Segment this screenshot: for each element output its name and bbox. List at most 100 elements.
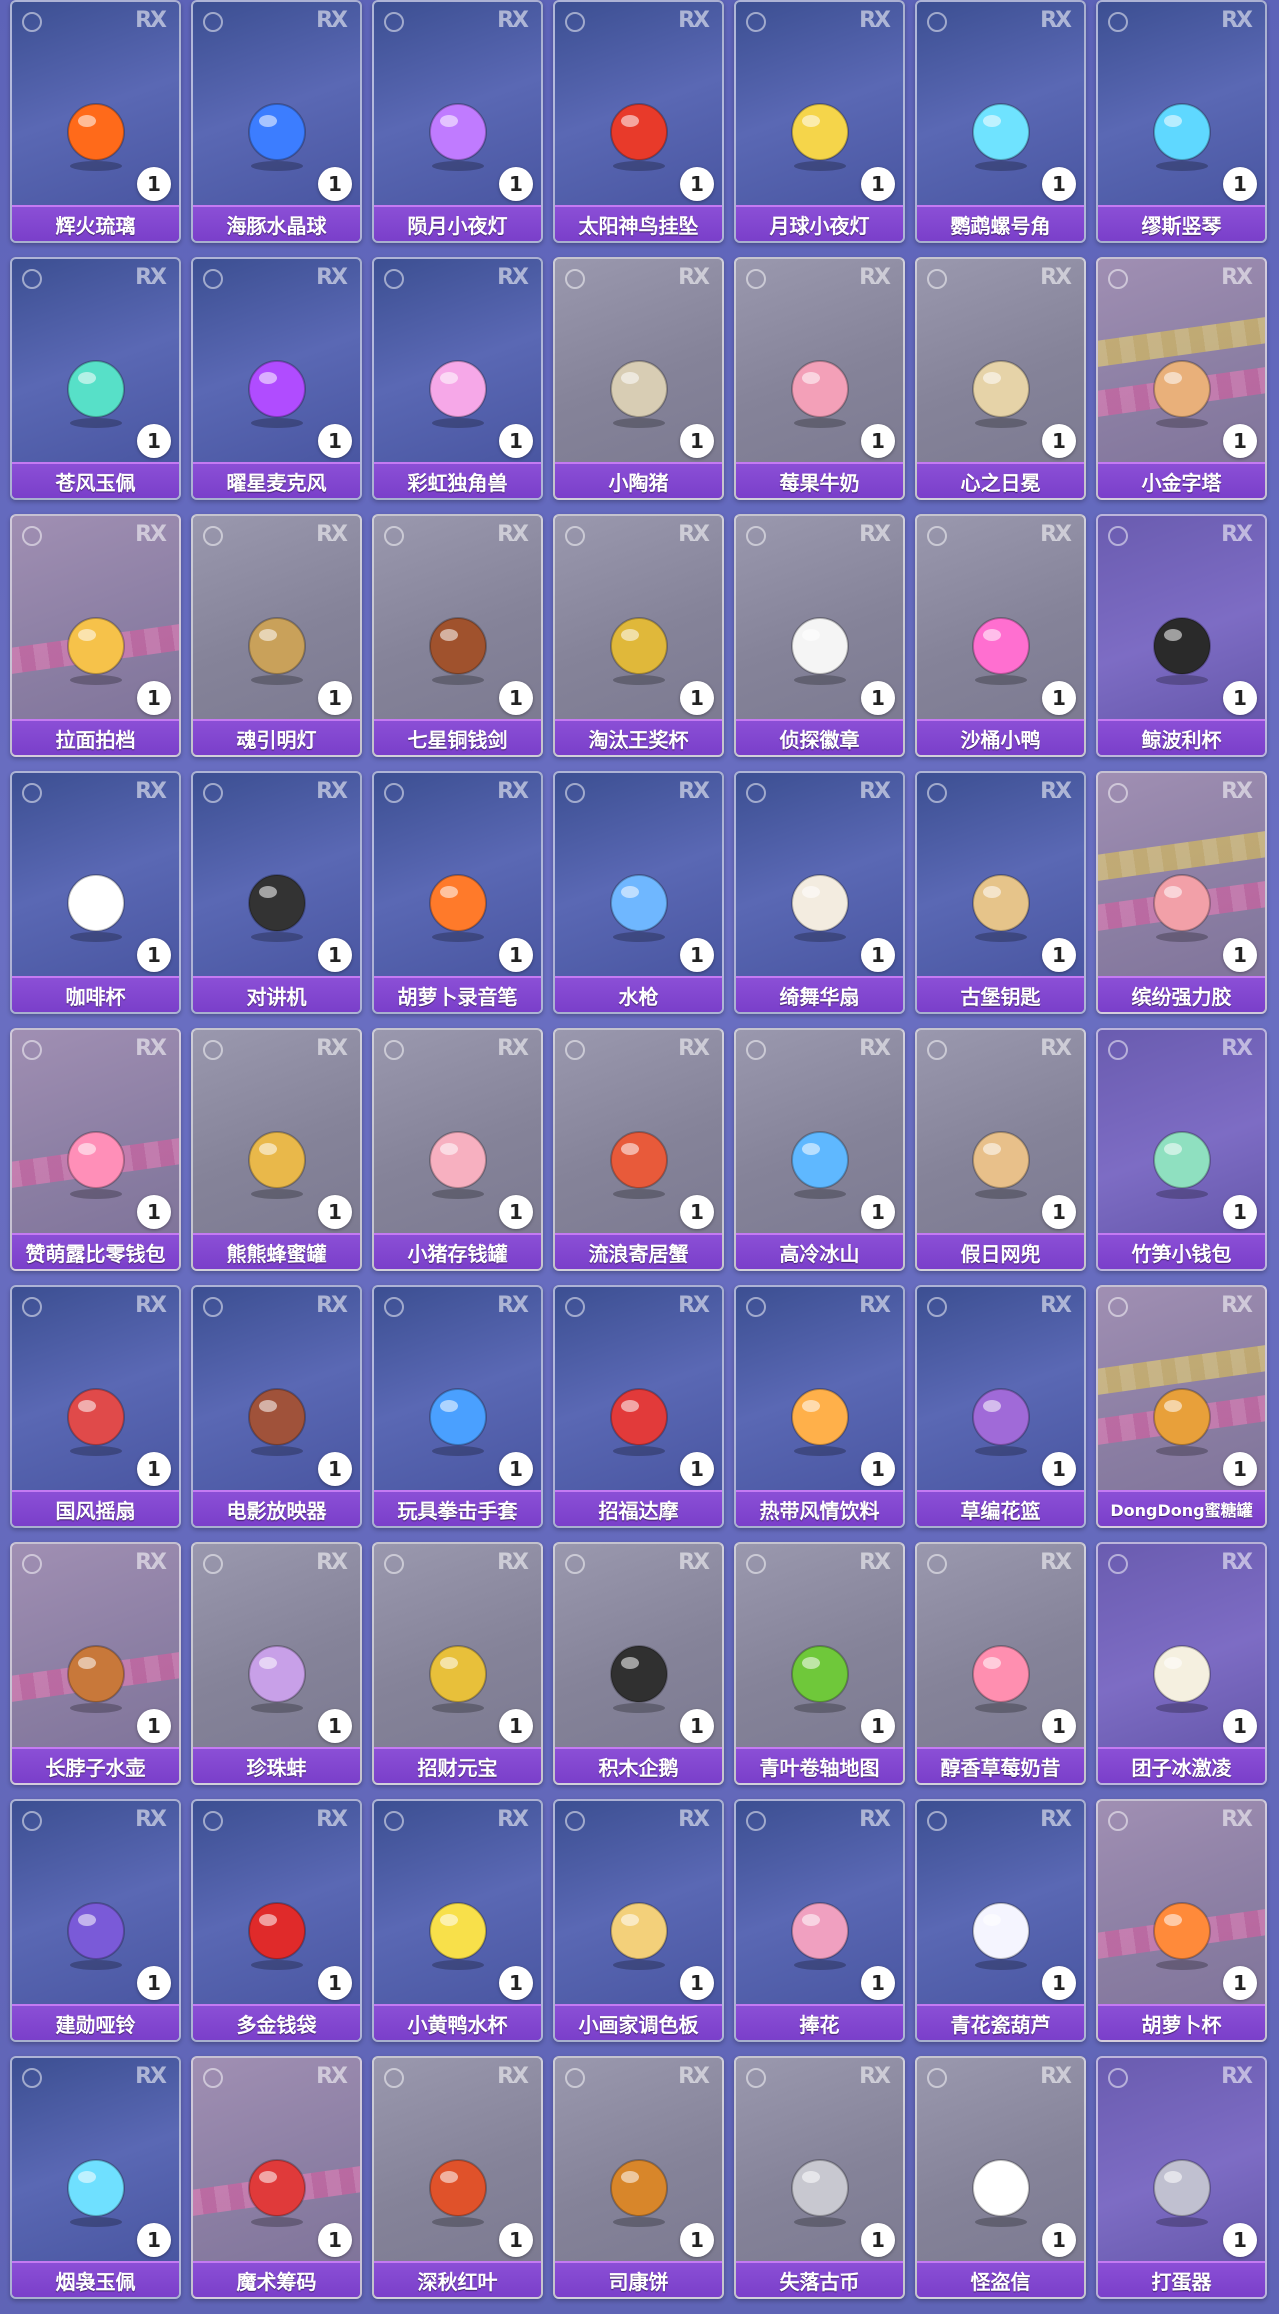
corner-emblem-icon: [22, 1040, 42, 1060]
corner-emblem-icon: [927, 526, 947, 546]
watermark-logo: RX: [135, 2064, 167, 2089]
item-name-label: 怪盗信: [917, 2261, 1084, 2297]
item-card[interactable]: RX 1 魔术筹码: [191, 2056, 362, 2299]
item-card[interactable]: RX 1 莓果牛奶: [734, 257, 905, 500]
item-name-label: DongDong蜜糖罐: [1098, 1490, 1265, 1526]
item-card[interactable]: RX 1 烟袅玉佩: [10, 2056, 181, 2299]
item-count-badge: 1: [1042, 1195, 1076, 1229]
item-name-label: 长脖子水壶: [12, 1747, 179, 1783]
item-card[interactable]: RX 1 淘汰王奖杯: [553, 514, 724, 757]
item-card[interactable]: RX 1 曜星麦克风: [191, 257, 362, 500]
item-count-badge: 1: [1223, 1709, 1257, 1743]
item-card[interactable]: RX 1 缤纷强力胶: [1096, 771, 1267, 1014]
item-card[interactable]: RX 1 赞萌露比零钱包: [10, 1028, 181, 1271]
item-count-badge: 1: [318, 1452, 352, 1486]
glasses-icon: [777, 602, 863, 688]
item-card[interactable]: RX 1 电影放映器: [191, 1285, 362, 1528]
item-card[interactable]: RX 1 司康饼: [553, 2056, 724, 2299]
watermark-logo: RX: [497, 8, 529, 33]
item-card[interactable]: RX 1 流浪寄居蟹: [553, 1028, 724, 1271]
milkshake-icon: [958, 1630, 1044, 1716]
item-name-label: 海豚水晶球: [193, 205, 360, 241]
item-card[interactable]: RX 1 陨月小夜灯: [372, 0, 543, 243]
item-count-badge: 1: [1042, 167, 1076, 201]
item-card[interactable]: RX 1 失落古币: [734, 2056, 905, 2299]
item-card[interactable]: RX 1 彩虹独角兽: [372, 257, 543, 500]
item-card[interactable]: RX 1 怪盗信: [915, 2056, 1086, 2299]
coffee-mug-icon: [53, 859, 139, 945]
item-card[interactable]: RX 1 鹦鹉螺号角: [915, 0, 1086, 243]
item-card[interactable]: RX 1 七星铜钱剑: [372, 514, 543, 757]
item-card[interactable]: RX 1 捧花: [734, 1799, 905, 2042]
watermark-logo: RX: [135, 1293, 167, 1318]
item-card[interactable]: RX 1 招财元宝: [372, 1542, 543, 1785]
item-card[interactable]: RX 1 缪斯竖琴: [1096, 0, 1267, 243]
piggy-bank-icon: [415, 1116, 501, 1202]
item-card[interactable]: RX 1 月球小夜灯: [734, 0, 905, 243]
item-card[interactable]: RX 1 拉面拍档: [10, 514, 181, 757]
crystal-ball-icon: [234, 88, 320, 174]
item-card[interactable]: RX 1 熊熊蜂蜜罐: [191, 1028, 362, 1271]
item-card[interactable]: RX 1 胡萝卜杯: [1096, 1799, 1267, 2042]
watermark-logo: RX: [497, 1807, 529, 1832]
item-card[interactable]: RX 1 招福达摩: [553, 1285, 724, 1528]
item-card[interactable]: RX 1 心之日冕: [915, 257, 1086, 500]
item-card[interactable]: RX 1 小画家调色板: [553, 1799, 724, 2042]
corner-emblem-icon: [746, 2068, 766, 2088]
item-card[interactable]: RX 1 打蛋器: [1096, 2056, 1267, 2299]
item-card[interactable]: RX 1 竹笋小钱包: [1096, 1028, 1267, 1271]
item-card[interactable]: RX 1 多金钱袋: [191, 1799, 362, 2042]
item-card[interactable]: RX 1 小陶猪: [553, 257, 724, 500]
item-name-label: 魔术筹码: [193, 2261, 360, 2297]
item-card[interactable]: RX 1 绮舞华扇: [734, 771, 905, 1014]
item-card[interactable]: RX 1 魂引明灯: [191, 514, 362, 757]
item-card[interactable]: RX 1 建勋哑铃: [10, 1799, 181, 2042]
item-card[interactable]: RX 1 珍珠蚌: [191, 1542, 362, 1785]
corner-emblem-icon: [746, 269, 766, 289]
item-card[interactable]: RX 1 胡萝卜录音笔: [372, 771, 543, 1014]
item-card[interactable]: RX 1 DongDong蜜糖罐: [1096, 1285, 1267, 1528]
item-card[interactable]: RX 1 小猪存钱罐: [372, 1028, 543, 1271]
item-card[interactable]: RX 1 苍风玉佩: [10, 257, 181, 500]
clay-pig-icon: [596, 345, 682, 431]
item-card[interactable]: RX 1 侦探徽章: [734, 514, 905, 757]
honey-pot-icon: [1139, 1373, 1225, 1459]
item-card[interactable]: RX 1 青叶卷轴地图: [734, 1542, 905, 1785]
item-card[interactable]: RX 1 假日网兜: [915, 1028, 1086, 1271]
item-name-label: 玩具拳击手套: [374, 1490, 541, 1526]
item-card[interactable]: RX 1 水枪: [553, 771, 724, 1014]
item-card[interactable]: RX 1 咖啡杯: [10, 771, 181, 1014]
item-card[interactable]: RX 1 醇香草莓奶昔: [915, 1542, 1086, 1785]
watermark-logo: RX: [1040, 779, 1072, 804]
item-card[interactable]: RX 1 小黄鸭水杯: [372, 1799, 543, 2042]
corner-emblem-icon: [746, 1040, 766, 1060]
flower-basket-icon: [958, 1373, 1044, 1459]
item-card[interactable]: RX 1 辉火琉璃: [10, 0, 181, 243]
item-card[interactable]: RX 1 草编花篮: [915, 1285, 1086, 1528]
item-card[interactable]: RX 1 青花瓷葫芦: [915, 1799, 1086, 2042]
item-card[interactable]: RX 1 太阳神鸟挂坠: [553, 0, 724, 243]
corner-emblem-icon: [22, 526, 42, 546]
item-card[interactable]: RX 1 长脖子水壶: [10, 1542, 181, 1785]
item-card[interactable]: RX 1 对讲机: [191, 771, 362, 1014]
item-card[interactable]: RX 1 小金字塔: [1096, 257, 1267, 500]
item-name-label: 太阳神鸟挂坠: [555, 205, 722, 241]
item-card[interactable]: RX 1 热带风情饮料: [734, 1285, 905, 1528]
watermark-logo: RX: [678, 1550, 710, 1575]
item-card[interactable]: RX 1 深秋红叶: [372, 2056, 543, 2299]
watermark-logo: RX: [859, 8, 891, 33]
item-name-label: 小金字塔: [1098, 462, 1265, 498]
item-card[interactable]: RX 1 积木企鹅: [553, 1542, 724, 1785]
corner-emblem-icon: [1108, 269, 1128, 289]
item-card[interactable]: RX 1 国风摇扇: [10, 1285, 181, 1528]
item-card[interactable]: RX 1 沙桶小鸭: [915, 514, 1086, 757]
milk-bottle-icon: [777, 345, 863, 431]
item-card[interactable]: RX 1 团子冰激凌: [1096, 1542, 1267, 1785]
item-card[interactable]: RX 1 古堡钥匙: [915, 771, 1086, 1014]
item-card[interactable]: RX 1 海豚水晶球: [191, 0, 362, 243]
item-card[interactable]: RX 1 高冷冰山: [734, 1028, 905, 1271]
item-card[interactable]: RX 1 鲸波利杯: [1096, 514, 1267, 757]
corner-emblem-icon: [384, 1297, 404, 1317]
item-card[interactable]: RX 1 玩具拳击手套: [372, 1285, 543, 1528]
fan-icon: [777, 859, 863, 945]
